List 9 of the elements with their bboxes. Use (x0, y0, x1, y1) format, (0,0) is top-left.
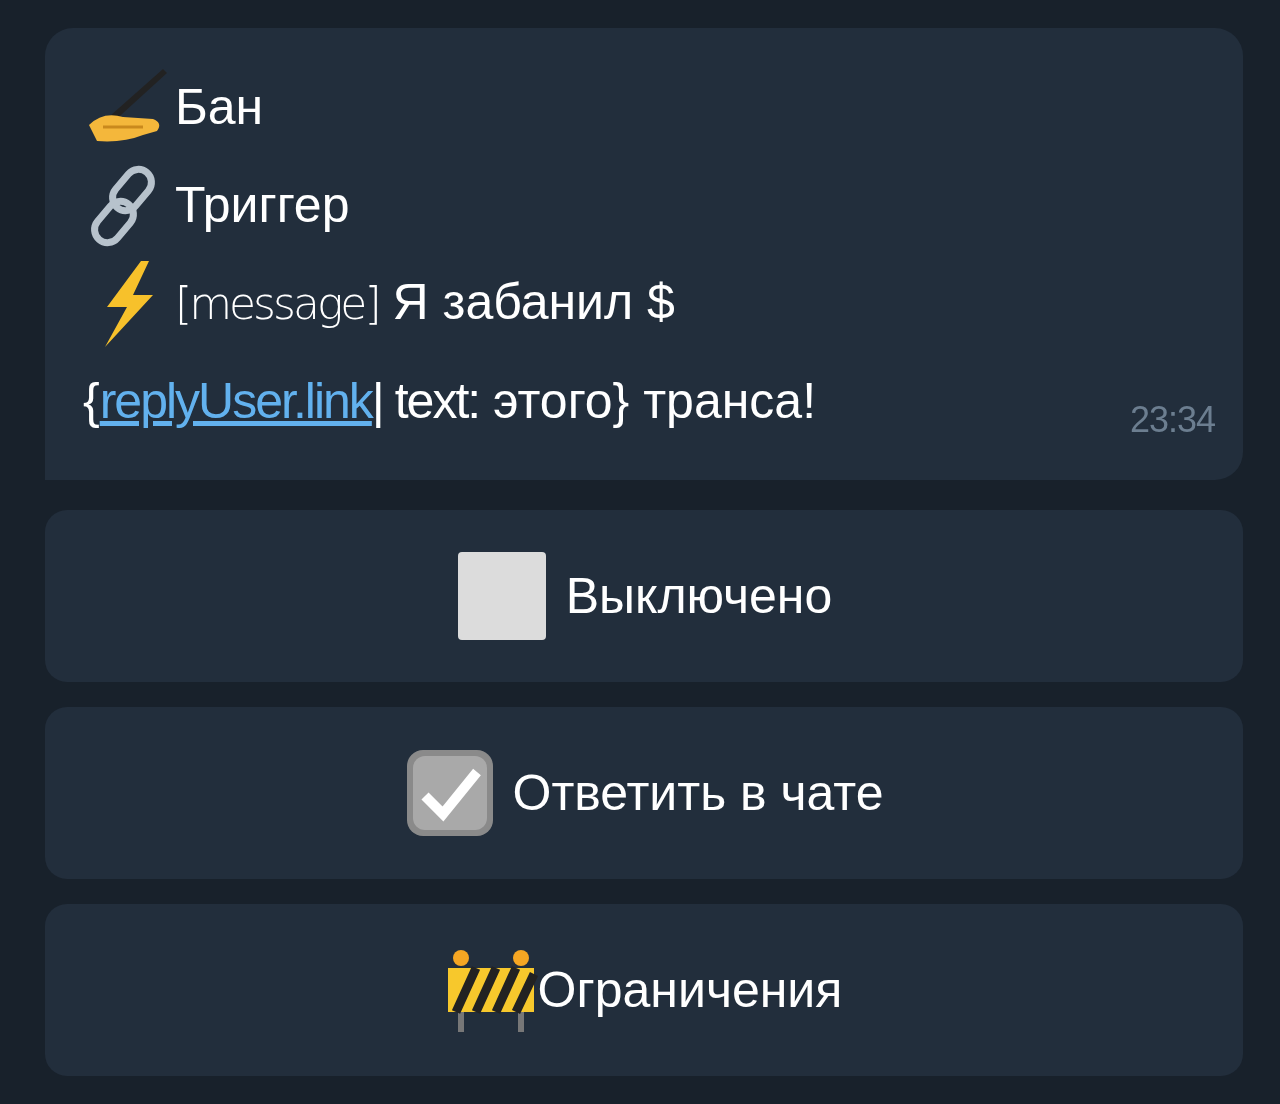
message-line: {replyUser.link| text: этого} транса! (83, 372, 817, 431)
link[interactable]: replyUser.link (99, 373, 372, 429)
message-line: [message] Я забанил $ (175, 273, 675, 332)
inline-button[interactable]: Выключено (45, 510, 1243, 682)
message-time: 23:34 (1129, 398, 1215, 442)
message-line: Триггер (175, 176, 350, 235)
message-line: Бан (175, 78, 264, 137)
inline-button[interactable]: Ограничения (45, 904, 1243, 1076)
inline-button[interactable]: Ответить в чате (45, 707, 1243, 879)
